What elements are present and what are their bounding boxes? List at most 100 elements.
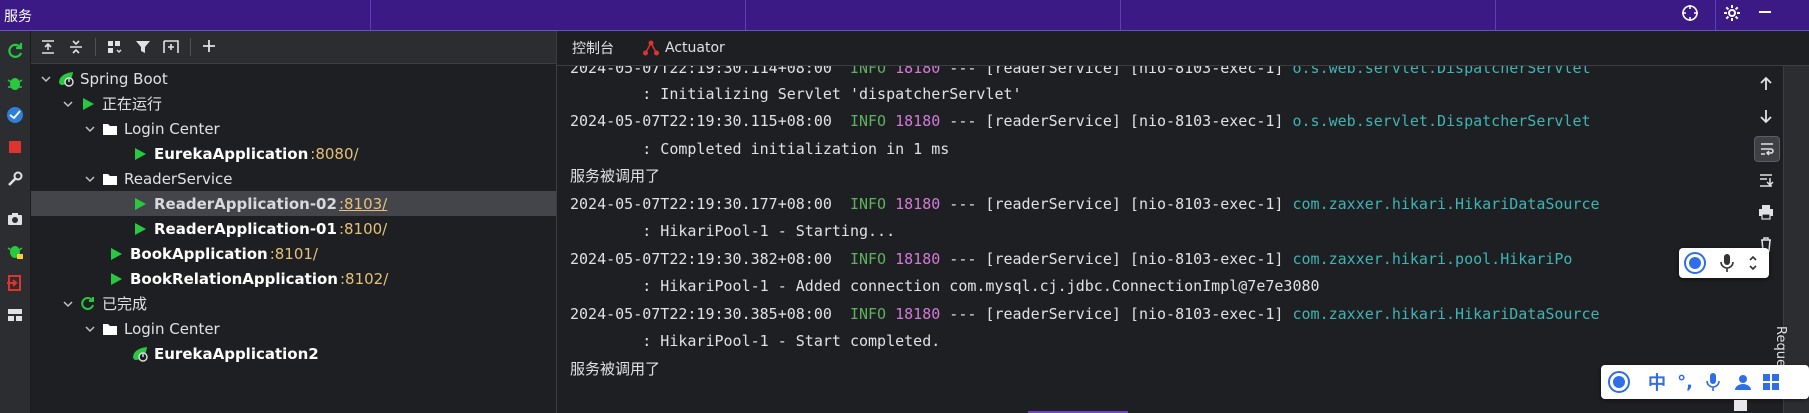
layout-icon[interactable] [4, 304, 26, 326]
toolbar-separator [190, 38, 191, 56]
tree-node-running[interactable]: 正在运行 [31, 91, 556, 116]
titlebar-divider [1715, 0, 1716, 30]
tab-actuator[interactable]: Actuator [642, 31, 725, 65]
chevron-down-icon[interactable] [83, 322, 97, 336]
run-icon [131, 195, 149, 213]
log-line: : Initializing Servlet 'dispatcherServle… [570, 85, 1022, 103]
new-config-icon[interactable] [160, 36, 182, 58]
chevron-down-icon[interactable] [39, 72, 53, 86]
rerun-icon[interactable] [4, 40, 26, 62]
tab-console[interactable]: 控制台 [572, 31, 614, 65]
tree-node-eureka-application[interactable]: EurekaApplication :8080/ [31, 141, 556, 166]
tree-label: ReaderService [124, 169, 233, 188]
chevron-down-icon[interactable] [83, 172, 97, 186]
target-icon[interactable] [1679, 4, 1701, 26]
soft-wrap-icon[interactable] [1754, 136, 1780, 162]
port-link[interactable]: :8080/ [310, 145, 358, 163]
ime-punctuation[interactable]: °, [1673, 370, 1697, 394]
port-link[interactable]: :8103/ [339, 195, 387, 213]
tree-label: 已完成 [102, 295, 148, 313]
console-output[interactable]: 2024-05-07T22:19:30.114+08:00 INFO 18180… [557, 66, 1747, 413]
tree-label: BookApplication [130, 244, 268, 263]
log-line: : Completed initialization in 1 ms [570, 140, 950, 158]
expand-toggle-icon[interactable] [1741, 251, 1765, 275]
tree-node-reader-application-02[interactable]: ReaderApplication-02 :8103/ [31, 191, 556, 216]
window-title: 服务 [4, 9, 32, 25]
tree-node-book-relation-application[interactable]: BookRelationApplication :8102/ [31, 266, 556, 291]
log-line: 2024-05-07T22:19:30.115+08:00 INFO 18180… [570, 112, 1591, 130]
tree-node-login-center-2[interactable]: Login Center [31, 316, 556, 341]
folder-icon [101, 120, 119, 138]
port-link[interactable]: :8102/ [340, 270, 388, 288]
spring-boot-icon [131, 345, 149, 363]
chevron-down-icon[interactable] [83, 122, 97, 136]
microphone-icon[interactable] [1715, 251, 1739, 275]
settings-wrench-icon[interactable] [4, 168, 26, 190]
run-icon [131, 145, 149, 163]
coverage-icon[interactable] [4, 104, 26, 126]
group-by-icon[interactable] [104, 36, 126, 58]
log-line: : HikariPool-1 - Starting... [570, 222, 896, 240]
titlebar-divider [1495, 0, 1496, 30]
port-link[interactable]: :8101/ [270, 245, 318, 263]
stop-icon[interactable] [4, 136, 26, 158]
tab-label: 控制台 [572, 41, 614, 57]
titlebar-divider [745, 0, 746, 30]
tree-node-eureka-application-2[interactable]: EurekaApplication2 [31, 341, 556, 366]
tree-label: Spring Boot [80, 69, 168, 88]
scroll-to-end-icon[interactable] [1754, 168, 1778, 192]
tree-label: Login Center [124, 119, 220, 138]
tree-label: ReaderApplication-02 [154, 194, 337, 213]
tree-label: 正在运行 [102, 95, 163, 113]
log-line: 2024-05-07T22:19:30.385+08:00 INFO 18180… [570, 305, 1600, 323]
actuator-icon [642, 39, 660, 57]
tree-node-finished[interactable]: 已完成 [31, 291, 556, 316]
log-line: : HikariPool-1 - Start completed. [570, 332, 941, 350]
add-icon[interactable] [199, 36, 221, 58]
tree-node-reader-application-01[interactable]: ReaderApplication-01 :8100/ [31, 216, 556, 241]
tree-node-reader-service[interactable]: ReaderService [31, 166, 556, 191]
tree-label: EurekaApplication [154, 144, 309, 163]
tree-node-book-application[interactable]: BookApplication :8101/ [31, 241, 556, 266]
microphone-icon[interactable] [1701, 370, 1725, 394]
rerun-icon [79, 295, 97, 313]
exit-icon[interactable] [4, 272, 26, 294]
port-link[interactable]: :8100/ [339, 220, 387, 238]
log-line: 2024-05-07T22:19:30.114+08:00 INFO 18180… [570, 66, 1591, 77]
folder-icon [101, 170, 119, 188]
minimize-icon[interactable] [1754, 4, 1776, 26]
ifly-logo-icon[interactable] [1607, 370, 1631, 394]
run-icon [79, 95, 97, 113]
chevron-down-icon[interactable] [61, 97, 75, 111]
filter-icon[interactable] [132, 36, 154, 58]
snapshot-icon[interactable] [4, 208, 26, 230]
services-titlebar: 服务 [0, 0, 1809, 31]
tree-label: BookRelationApplication [130, 269, 338, 288]
resize-handle[interactable] [1734, 400, 1747, 411]
chevron-down-icon[interactable] [61, 297, 75, 311]
requests-tool-label[interactable]: Reque [1773, 326, 1788, 367]
tree-node-login-center[interactable]: Login Center [31, 116, 556, 141]
tree-node-spring-boot[interactable]: Spring Boot [31, 66, 556, 91]
log-line: : HikariPool-1 - Added connection com.my… [570, 277, 1320, 295]
log-line: 服务被调用了 [570, 360, 661, 378]
print-icon[interactable] [1754, 200, 1778, 224]
scroll-up-icon[interactable] [1754, 72, 1778, 96]
ime-floating-widget[interactable] [1679, 248, 1769, 278]
run-icon [107, 270, 125, 288]
debug-bug-icon[interactable] [4, 240, 26, 262]
expand-all-icon[interactable] [37, 36, 59, 58]
ime-mode-chinese[interactable]: 中 [1645, 370, 1669, 394]
console-tabbar: 控制台 Actuator [557, 31, 1809, 66]
grid-menu-icon[interactable] [1759, 370, 1783, 394]
run-icon [131, 220, 149, 238]
console-panel: 控制台 Actuator 2024-05-07T22:19:30.114+08:… [557, 31, 1809, 413]
collapse-all-icon[interactable] [65, 36, 87, 58]
scroll-down-icon[interactable] [1754, 104, 1778, 128]
tree-label: ReaderApplication-01 [154, 219, 337, 238]
gear-icon[interactable] [1721, 4, 1743, 26]
debug-icon[interactable] [4, 72, 26, 94]
user-icon[interactable] [1731, 370, 1755, 394]
titlebar-divider [1120, 0, 1121, 30]
tree-toolbar [31, 31, 556, 64]
